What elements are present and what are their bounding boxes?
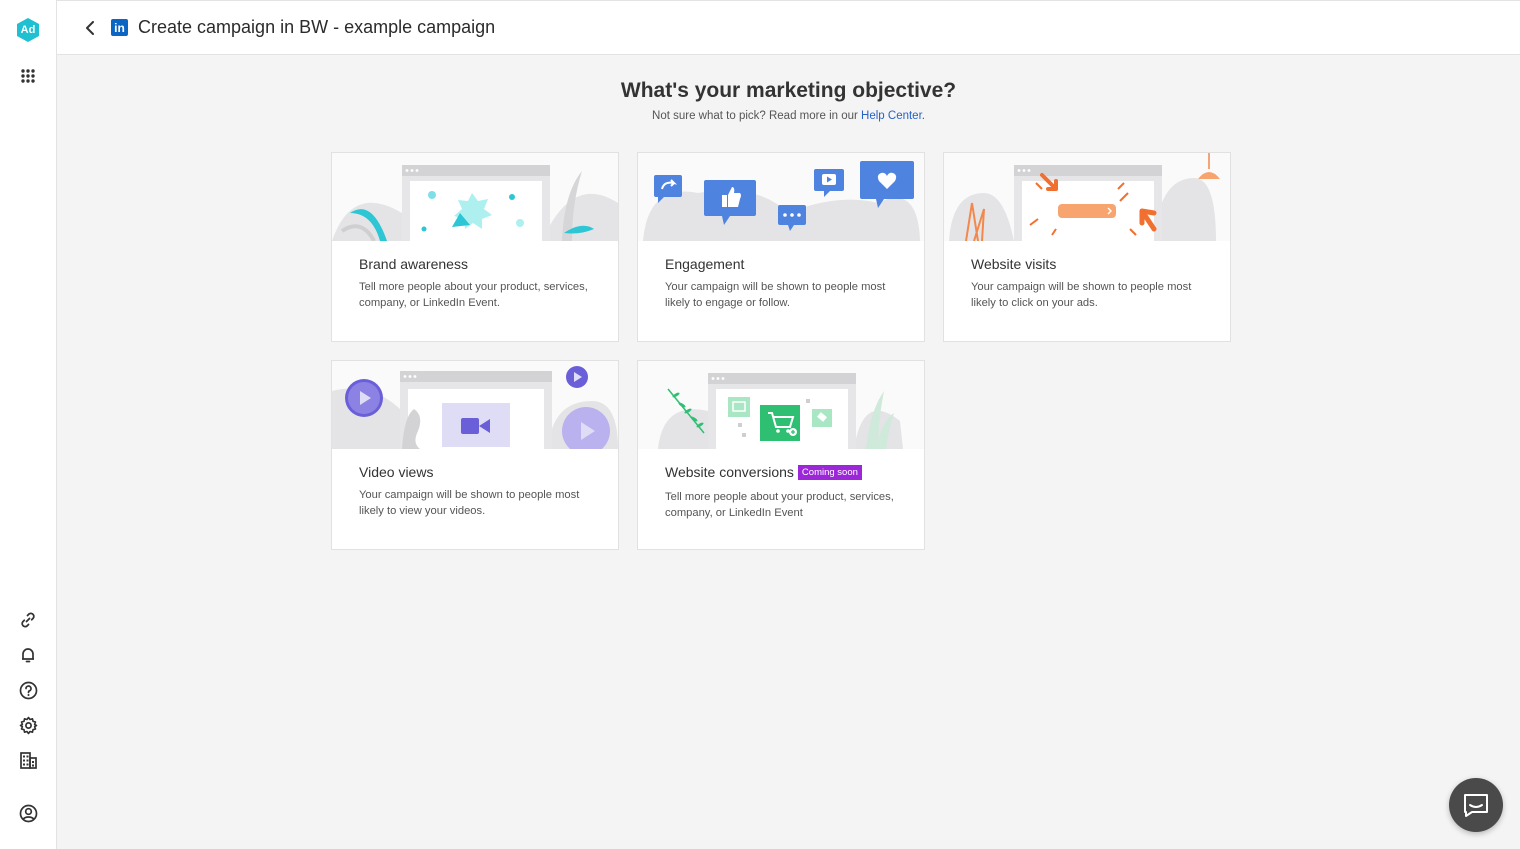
objective-card-brand-awareness[interactable]: Brand awareness Tell more people about y… bbox=[331, 152, 619, 342]
card-title: Engagement bbox=[665, 256, 745, 272]
objective-card-website-visits[interactable]: Website visits Your campaign will be sho… bbox=[943, 152, 1231, 342]
subheading-suffix: . bbox=[921, 110, 925, 122]
card-description: Your campaign will be shown to people mo… bbox=[665, 281, 886, 309]
user-circle-icon bbox=[19, 804, 37, 822]
card-description: Tell more people about your product, ser… bbox=[665, 491, 894, 519]
bell-icon bbox=[22, 648, 34, 663]
website-conversions-illustration bbox=[638, 361, 924, 449]
back-button[interactable] bbox=[79, 17, 101, 39]
subheading-text: Not sure what to pick? Read more in our bbox=[652, 110, 862, 122]
sidebar: Ad bbox=[0, 0, 57, 849]
card-title: Video views bbox=[359, 464, 434, 480]
help-center-link[interactable]: Help Center bbox=[861, 110, 922, 122]
building-icon bbox=[19, 751, 37, 769]
objective-card-website-conversions[interactable]: Website conversions Coming soon Tell more… bbox=[637, 360, 925, 550]
grid-icon bbox=[21, 69, 35, 83]
chat-launcher-button[interactable] bbox=[1449, 778, 1503, 832]
link-icon bbox=[21, 612, 35, 628]
objective-card-video-views[interactable]: Video views Your campaign will be shown … bbox=[331, 360, 619, 550]
card-title-text: Website conversions bbox=[665, 464, 794, 480]
apps-grid-button[interactable] bbox=[14, 62, 42, 90]
objective-card-engagement[interactable]: Engagement Your campaign will be shown t… bbox=[637, 152, 925, 342]
linkedin-icon: in bbox=[111, 19, 128, 36]
engagement-illustration bbox=[638, 153, 924, 241]
gear-icon bbox=[19, 716, 37, 734]
help-button[interactable] bbox=[14, 676, 42, 704]
page-title: Create campaign in BW - example campaign bbox=[138, 17, 496, 37]
account-button[interactable] bbox=[14, 799, 42, 827]
link-button[interactable] bbox=[14, 606, 42, 634]
video-views-illustration bbox=[332, 361, 618, 449]
app-logo-text: Ad bbox=[20, 24, 36, 36]
question-icon bbox=[19, 681, 37, 699]
brand-awareness-illustration bbox=[332, 153, 618, 241]
card-description: Your campaign will be shown to people mo… bbox=[359, 489, 580, 517]
chevron-left-icon bbox=[86, 20, 94, 35]
app-logo[interactable]: Ad bbox=[14, 16, 42, 44]
website-visits-illustration bbox=[944, 153, 1230, 241]
card-title: Website visits bbox=[971, 256, 1057, 272]
objective-heading: What's your marketing objective? bbox=[620, 79, 957, 102]
notifications-button[interactable] bbox=[14, 641, 42, 669]
settings-button[interactable] bbox=[14, 711, 42, 739]
organization-button[interactable] bbox=[14, 746, 42, 774]
chat-icon bbox=[1464, 794, 1488, 817]
objective-subheading: Not sure what to pick? Read more in our … bbox=[57, 110, 1520, 122]
card-title: Website conversions Coming soon bbox=[665, 464, 862, 480]
card-title: Brand awareness bbox=[359, 256, 468, 272]
top-bar: in Create campaign in BW - example campa… bbox=[57, 0, 1520, 55]
card-description: Tell more people about your product, ser… bbox=[359, 281, 588, 309]
card-description: Your campaign will be shown to people mo… bbox=[971, 281, 1192, 309]
coming-soon-badge: Coming soon bbox=[797, 465, 862, 480]
